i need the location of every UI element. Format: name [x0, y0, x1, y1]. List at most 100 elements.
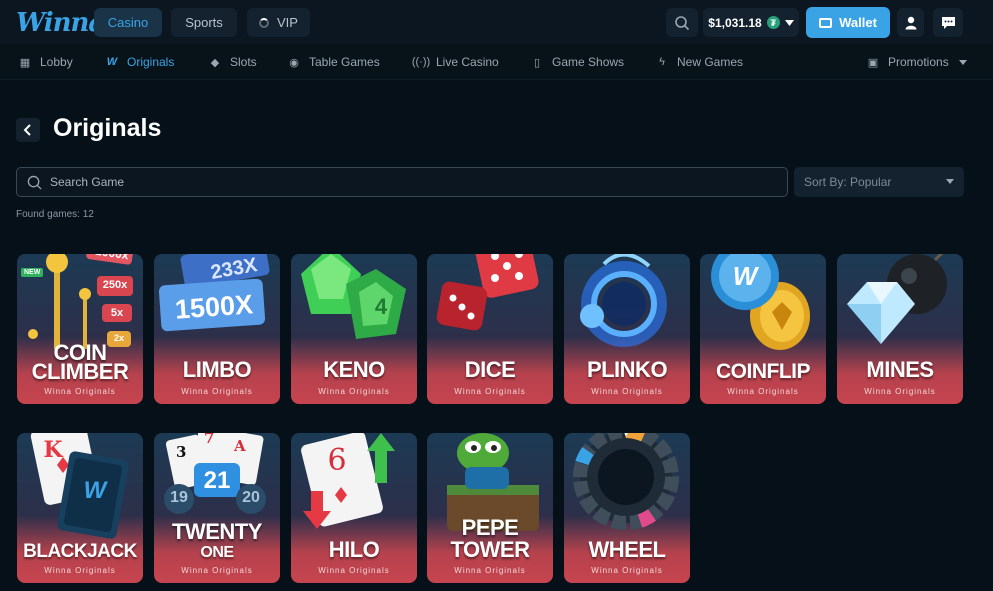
multiplier-label: 250x [102, 279, 128, 291]
chevron-left-icon [23, 124, 31, 136]
game-title-line2: TOWER [450, 537, 530, 562]
search-bar[interactable] [16, 167, 788, 197]
nav-live-casino[interactable]: ((·)) Live Casino [411, 54, 499, 70]
bolt-icon: ϟ [659, 56, 665, 68]
new-badge: NEW [21, 268, 44, 277]
search-icon [675, 15, 690, 30]
keno-number: 4 [374, 294, 388, 319]
game-title: TWENTY [172, 519, 262, 544]
nav-promotions[interactable]: ▣ Promotions [866, 54, 967, 70]
nav-slots-label: Slots [230, 55, 257, 69]
game-card-hilo[interactable]: 6 HILO Winna Originals [291, 433, 417, 583]
gift-icon: ▣ [867, 56, 879, 69]
tab-casino[interactable]: Casino [94, 8, 162, 37]
game-card-pepe-tower[interactable]: PEPE TOWER Winna Originals [427, 433, 553, 583]
profile-button[interactable] [897, 8, 924, 37]
nav-lobby[interactable]: ▦ Lobby [18, 54, 73, 70]
game-title: PLINKO [586, 357, 668, 382]
coinflip-mark: W [732, 261, 758, 291]
game-title-line2: ONE [200, 544, 234, 561]
category-nav: ▦ Lobby W Originals ◆ Slots ◉ Table Game… [0, 44, 993, 80]
nav-table-games-label: Table Games [309, 55, 380, 69]
game-provider: Winna Originals [318, 566, 390, 575]
nav-live-casino-label: Live Casino [436, 55, 499, 69]
tv-icon: ▯ [533, 56, 541, 69]
game-title: MINES [866, 357, 934, 382]
blackjack-art [30, 433, 129, 539]
game-provider: Winna Originals [44, 566, 116, 575]
nav-table-games[interactable]: ◉ Table Games [287, 54, 380, 70]
nav-game-shows[interactable]: ▯ Game Shows [530, 54, 624, 70]
game-card-wheel[interactable]: WHEEL Winna Originals [564, 433, 690, 583]
card-rank: 6 [327, 443, 347, 478]
search-input[interactable] [50, 175, 750, 189]
hilo-art [301, 433, 395, 529]
nav-originals-label: Originals [127, 55, 175, 69]
card-rank: 7 [204, 433, 215, 447]
nav-promotions-label: Promotions [888, 55, 949, 69]
tab-sports[interactable]: Sports [171, 8, 237, 37]
wallet-label: Wallet [839, 15, 877, 30]
game-card-twenty-one[interactable]: 3 7 A 19 21 20 TWENTY ONE Winna Original… [154, 433, 280, 583]
game-title: KENO [323, 357, 385, 382]
chat-button[interactable] [933, 8, 963, 37]
game-provider: Winna Originals [454, 387, 526, 396]
game-card-dice[interactable]: DICE Winna Originals [427, 254, 553, 404]
game-provider: Winna Originals [454, 566, 526, 575]
game-card-coin-climber[interactable]: 1000x 250x 5x 2x NEW COIN CLIMBER Winna … [17, 254, 143, 404]
chevron-down-icon [946, 179, 954, 184]
nav-lobby-label: Lobby [40, 55, 73, 69]
game-title: BLACKJACK [23, 541, 137, 562]
chevron-down-icon [784, 19, 794, 26]
search-button[interactable] [666, 8, 698, 37]
wallet-icon [819, 17, 833, 28]
game-card-blackjack[interactable]: K W BLACKJACK Winna Originals [17, 433, 143, 583]
card-rank: 3 [176, 443, 187, 461]
score-label: 19 [170, 489, 188, 506]
back-button[interactable] [16, 118, 40, 142]
game-title: LIMBO [182, 357, 252, 382]
game-title: COINFLIP [716, 360, 811, 383]
game-title: DICE [464, 357, 516, 382]
game-title: HILO [328, 537, 380, 562]
found-games-count: Found games: 12 [16, 209, 94, 220]
broadcast-icon: ((·)) [411, 56, 431, 68]
game-card-coinflip[interactable]: W COINFLIP Winna Originals [700, 254, 826, 404]
game-title: PEPE [461, 515, 519, 540]
wheel-art [573, 433, 679, 530]
nav-new-games[interactable]: ϟ New Games [655, 54, 743, 70]
winna-logo[interactable]: Winna [16, 8, 105, 38]
game-provider: Winna Originals [318, 387, 390, 396]
game-card-limbo[interactable]: 233X 1500X LIMBO Winna Originals [154, 254, 280, 404]
sort-label: Sort By: Popular [804, 175, 892, 189]
top-bar: Winna Casino Sports VIP $1,031.18 ₮ Wall… [0, 0, 993, 44]
nav-new-games-label: New Games [677, 55, 744, 69]
keno-art [301, 254, 406, 339]
score-label: 20 [242, 489, 260, 506]
winna-w-icon: W [106, 56, 118, 68]
game-card-mines[interactable]: MINES Winna Originals [837, 254, 963, 404]
nav-originals[interactable]: W Originals [105, 54, 175, 70]
game-provider: Winna Originals [591, 566, 663, 575]
nav-slots[interactable]: ◆ Slots [208, 54, 257, 70]
balance-amount: $1,031.18 [708, 15, 762, 30]
score-label: 21 [203, 467, 231, 494]
multiplier-label: 5x [110, 307, 124, 319]
tether-icon: ₮ [766, 16, 780, 29]
tab-vip-label: VIP [277, 15, 298, 30]
game-provider: Winna Originals [727, 387, 799, 396]
card-rank: K [43, 437, 63, 463]
vip-icon [259, 17, 270, 28]
mines-art [847, 254, 947, 344]
game-card-keno[interactable]: 4 KENO Winna Originals [291, 254, 417, 404]
balance-selector[interactable]: $1,031.18 ₮ [703, 8, 799, 37]
diamond-icon: ◆ [210, 56, 220, 69]
nav-game-shows-label: Game Shows [552, 55, 625, 69]
grid-icon: ▦ [19, 56, 31, 69]
card-back-mark: W [83, 477, 107, 504]
game-provider: Winna Originals [181, 387, 253, 396]
game-card-plinko[interactable]: PLINKO Winna Originals [564, 254, 690, 404]
sort-dropdown[interactable]: Sort By: Popular [794, 167, 964, 197]
wallet-button[interactable]: Wallet [806, 7, 890, 38]
tab-vip[interactable]: VIP [247, 8, 310, 37]
